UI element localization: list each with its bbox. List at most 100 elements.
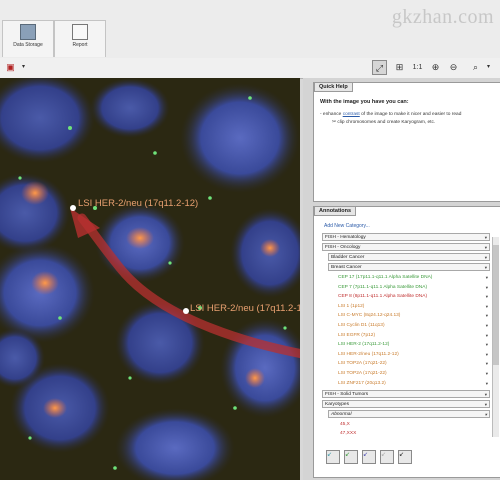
category-label: Karyotypes bbox=[325, 402, 349, 407]
probe-label: CEP 7 (7p11.1-q11.1 Alpha Satellite DNA) bbox=[338, 284, 428, 290]
category-label: FISH - Solid Tumors bbox=[325, 392, 369, 397]
category-bladder[interactable]: Bladder Cancer ▾ bbox=[328, 253, 490, 261]
chevron-down-icon: ▾ bbox=[485, 371, 488, 376]
data-storage-icon bbox=[20, 24, 36, 40]
category-label: FISH - Hematology bbox=[325, 235, 366, 240]
probe-label: LSI C-MYC (8q24.12-q24.13) bbox=[338, 313, 401, 319]
ribbon: Data Storage Report gkzhan.com bbox=[0, 0, 500, 59]
quick-help-line2: clip chromosomes and create Karyogram, e… bbox=[337, 120, 436, 125]
data-storage-label: Data Storage bbox=[13, 42, 43, 48]
probe-label-her2-2[interactable]: LSI HER-2/neu (17q11.2-12) bbox=[190, 303, 300, 314]
watermark: gkzhan.com bbox=[391, 6, 494, 28]
category-karyotypes[interactable]: Karyotypes ▾ bbox=[322, 400, 490, 408]
report-icon bbox=[72, 24, 88, 40]
chevron-down-icon: ▾ bbox=[485, 342, 488, 348]
probe-item[interactable]: LSI HER-2 (17q11.2-12) ▾ bbox=[338, 341, 490, 349]
probe-item[interactable]: LSI HER-2/neu (17q11.2-12) ▾ bbox=[338, 351, 490, 359]
report-label: Report bbox=[72, 42, 88, 48]
probe-label: LSI HER-2/neu (17q11.2-12) bbox=[338, 351, 399, 357]
search-dropdown-icon[interactable]: ▾ bbox=[481, 60, 496, 75]
right-panel: Quick Help With the image you have you c… bbox=[303, 78, 500, 480]
image-viewport[interactable]: LSI HER-2/neu (17q11.2-12) LSI HER-2/neu… bbox=[0, 78, 300, 480]
zoom-1-1-button[interactable]: 1:1 bbox=[410, 60, 425, 75]
category-solid-tumors[interactable]: FISH - Solid Tumors ▾ bbox=[322, 390, 490, 398]
probe-item[interactable]: LSI TOP2A (17q21-22) ▾ bbox=[338, 370, 490, 378]
chevron-down-icon: ▾ bbox=[485, 351, 488, 357]
zoom-out-icon[interactable]: ⊖ bbox=[446, 60, 461, 75]
data-storage-button[interactable]: Data Storage bbox=[2, 20, 54, 57]
probe-label-her2-1[interactable]: LSI HER-2/neu (17q11.2-12) bbox=[78, 198, 198, 209]
annotations-tab[interactable]: Annotations bbox=[314, 206, 357, 216]
contrast-link[interactable]: contrast bbox=[343, 112, 360, 117]
chevron-down-icon: ▾ bbox=[484, 392, 487, 397]
category-label: FISH - Oncology bbox=[325, 245, 361, 250]
report-button[interactable]: Report bbox=[54, 20, 106, 57]
chevron-down-icon: ▾ bbox=[485, 323, 488, 328]
fish-image bbox=[0, 78, 300, 480]
karyotype-item[interactable]: 47,XXX bbox=[340, 430, 490, 438]
chevron-down-icon: ▾ bbox=[484, 265, 487, 270]
fit-icon[interactable]: ⊞ bbox=[392, 60, 407, 75]
karyotype-label: 47,XXX bbox=[340, 431, 357, 436]
add-category-link[interactable]: Add New Category... bbox=[324, 223, 370, 229]
category-label: Bladder Cancer bbox=[331, 255, 365, 260]
category-label: Breast Cancer bbox=[331, 265, 362, 270]
probe-label: CEP 8 (8p11.1-q11.1 Alpha Satellite DNA) bbox=[338, 294, 428, 300]
probe-label: LSI EGFR (7p12) bbox=[338, 332, 376, 338]
probe-item[interactable]: LSI EGFR (7p12) ▾ bbox=[338, 332, 490, 340]
zoom-in-icon[interactable]: ⊕ bbox=[428, 60, 443, 75]
scrollbar-thumb[interactable] bbox=[493, 245, 499, 365]
quick-help-tab[interactable]: Quick Help bbox=[314, 82, 353, 92]
probe-item[interactable]: CEP 17 (17p11.1-q11.1 Alpha Satellite DN… bbox=[338, 274, 490, 282]
toolbar: ▣ ▾ ⤢ ⊞ 1:1 ⊕ ⊖ ⌕ ▾ bbox=[0, 58, 500, 79]
probe-item[interactable]: LSI Cyclin D1 (11q13) ▾ bbox=[338, 322, 490, 330]
quick-help-title: With the image you have you can: bbox=[320, 99, 409, 105]
annotations-scrollbar[interactable] bbox=[492, 237, 499, 437]
chevron-down-icon: ▾ bbox=[485, 313, 488, 319]
chevron-down-icon: ▾ bbox=[484, 402, 487, 407]
probe-label: LSI TOP2A (17q21-22) bbox=[338, 371, 387, 376]
cursor-icon[interactable]: ⤢ bbox=[372, 60, 387, 75]
chevron-down-icon: ▾ bbox=[484, 412, 487, 417]
quick-help-line1-suffix: of the image to make it nicer and easier… bbox=[361, 112, 462, 117]
probe-label: LSI ZNF217 (20q13.2) bbox=[338, 380, 386, 386]
probe-label: LSI HER-2 (17q11.2-12) bbox=[338, 342, 390, 348]
chevron-down-icon: ▾ bbox=[485, 284, 488, 290]
chevron-down-icon: ▾ bbox=[485, 332, 488, 338]
chevron-down-icon: ▾ bbox=[484, 235, 487, 240]
chevron-down-icon: ▾ bbox=[485, 380, 488, 386]
probe-item[interactable]: LSI ZNF217 (20q13.2) ▾ bbox=[338, 380, 490, 388]
annotations-panel: Annotations Add New Category... FISH - H… bbox=[313, 206, 500, 478]
chevron-down-icon: ▾ bbox=[484, 245, 487, 250]
arrow-green-icon[interactable]: ↙ bbox=[344, 450, 358, 464]
karyotype-label: 45,X bbox=[340, 422, 350, 427]
probe-label: LSI TOP2A (17q21-22) bbox=[338, 361, 387, 367]
arrow-blue-icon[interactable]: ↙ bbox=[362, 450, 376, 464]
category-label: Abnormal bbox=[331, 412, 352, 417]
chevron-down-icon: ▾ bbox=[485, 303, 488, 309]
clip-chromosomes-icon: ✂ bbox=[332, 120, 337, 125]
category-oncology[interactable]: FISH - Oncology ▾ bbox=[322, 243, 490, 251]
category-abnormal[interactable]: Abnormal ▾ bbox=[328, 410, 490, 418]
quick-help-panel: Quick Help With the image you have you c… bbox=[313, 82, 500, 202]
arrow-black-icon[interactable]: ↙ bbox=[398, 450, 412, 464]
category-breast[interactable]: Breast Cancer ▾ bbox=[328, 263, 490, 271]
probe-item[interactable]: CEP 7 (7p11.1-q11.1 Alpha Satellite DNA)… bbox=[338, 284, 490, 292]
arrow-grey-icon[interactable]: ↙ bbox=[380, 450, 394, 464]
chevron-down-icon[interactable]: ▾ bbox=[16, 60, 31, 75]
probe-item[interactable]: LSI TOP2A (17q21-22) ▾ bbox=[338, 360, 490, 368]
probe-item[interactable]: LSI 1 (1p12) ▾ bbox=[338, 303, 490, 311]
category-hematology[interactable]: FISH - Hematology ▾ bbox=[322, 233, 490, 241]
chevron-down-icon: ▾ bbox=[485, 275, 488, 280]
probe-item[interactable]: LSI C-MYC (8q24.12-q24.13) ▾ bbox=[338, 312, 490, 320]
chevron-down-icon: ▾ bbox=[485, 294, 488, 300]
chevron-down-icon: ▾ bbox=[485, 361, 488, 367]
probe-item[interactable]: CEP 8 (8p11.1-q11.1 Alpha Satellite DNA)… bbox=[338, 293, 490, 301]
probe-label: CEP 17 (17p11.1-q11.1 Alpha Satellite DN… bbox=[338, 275, 433, 280]
quick-help-line1-prefix: - enhance bbox=[320, 112, 342, 117]
karyotype-item[interactable]: 45,X bbox=[340, 421, 490, 429]
arrow-teal-icon[interactable]: ↙ bbox=[326, 450, 340, 464]
probe-label: LSI Cyclin D1 (11q13) bbox=[338, 323, 385, 328]
probe-label: LSI 1 (1p12) bbox=[338, 303, 365, 309]
quick-help-text: - enhance contrast of the image to make … bbox=[320, 111, 490, 127]
